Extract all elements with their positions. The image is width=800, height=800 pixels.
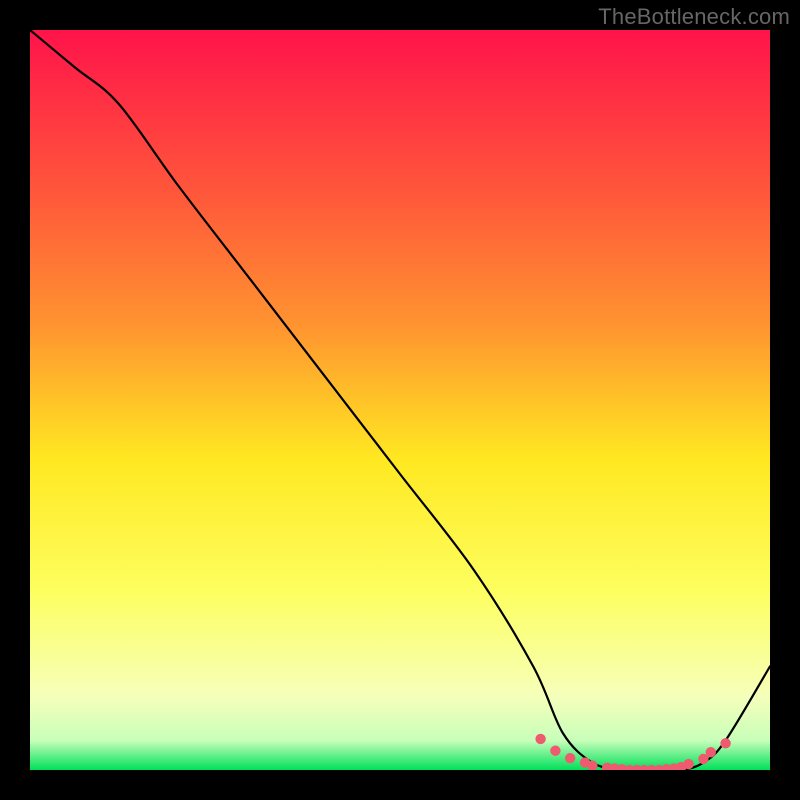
plot-area	[30, 30, 770, 770]
watermark-text: TheBottleneck.com	[598, 4, 790, 30]
chart-svg	[30, 30, 770, 770]
marker-dot	[550, 746, 560, 756]
marker-dot	[535, 734, 545, 744]
marker-dot	[683, 759, 693, 769]
gradient-background	[30, 30, 770, 770]
marker-dot	[720, 738, 730, 748]
marker-dot	[706, 747, 716, 757]
marker-dot	[565, 753, 575, 763]
chart-root: TheBottleneck.com	[0, 0, 800, 800]
